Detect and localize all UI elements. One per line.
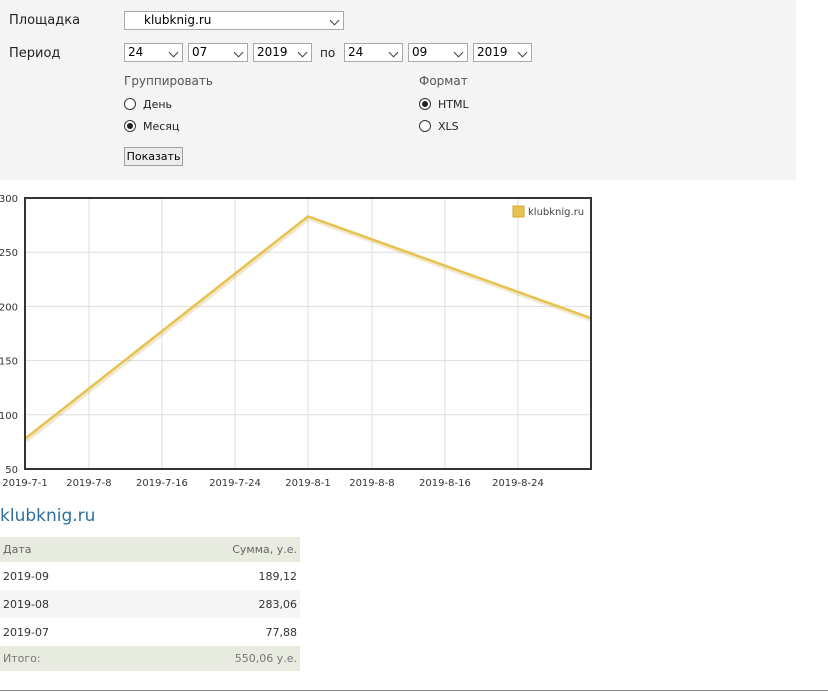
- from-month-value: 07: [192, 45, 208, 59]
- site-select[interactable]: klubknig.ru: [124, 11, 344, 30]
- row-sum: 283,06: [126, 590, 300, 618]
- y-tick-label: 250: [0, 248, 18, 259]
- to-month-value: 09: [412, 45, 428, 59]
- chevron-down-icon: [168, 47, 179, 58]
- to-year-value: 2019: [477, 45, 508, 59]
- group-radio-day[interactable]: [124, 98, 136, 110]
- legend: klubknig.ru: [512, 205, 584, 218]
- x-tick-label: 2019-8-8: [349, 478, 394, 489]
- show-button[interactable]: Показать: [124, 147, 183, 166]
- to-day-select[interactable]: 24: [344, 43, 403, 62]
- format-title: Формат: [419, 74, 468, 88]
- table-row: 2019-09 189,12: [0, 562, 300, 590]
- report-title: klubknig.ru: [0, 506, 96, 526]
- group-radio-month[interactable]: [124, 120, 136, 132]
- col-sum-header: Сумма, у.е.: [126, 537, 300, 562]
- row-sum: 189,12: [258, 569, 298, 583]
- total-label: Итого:: [0, 646, 127, 671]
- filter-panel: Площадка klubknig.ru Период 24 07 2019 п…: [0, 0, 796, 180]
- from-day-select[interactable]: 24: [124, 43, 183, 62]
- row-date: 2019-09: [3, 569, 49, 583]
- format-option-xls: XLS: [438, 120, 459, 133]
- format-radio-html[interactable]: [419, 98, 431, 110]
- group-option-month: Месяц: [143, 120, 180, 133]
- x-tick-label: 2019-7-24: [209, 478, 261, 489]
- legend-label: klubknig.ru: [528, 207, 584, 218]
- chart-grid: [24, 197, 591, 470]
- revenue-chart: 50100150200250300 2019-7-1 2019-7-8 2019-7…: [0, 194, 593, 489]
- x-tick-label: 2019-8-24: [492, 478, 544, 489]
- chevron-down-icon: [517, 47, 528, 58]
- to-day-value: 24: [348, 45, 364, 59]
- report-table: Дата Сумма, у.е. 2019-09 189,12 2019-08 …: [0, 537, 300, 671]
- from-day-value: 24: [128, 45, 144, 59]
- table-row: 2019-07 77,88: [0, 618, 300, 646]
- x-tick-label: 2019-7-16: [136, 478, 188, 489]
- site-label: Площадка: [9, 13, 81, 28]
- footer-divider: [0, 690, 828, 691]
- data-point: [307, 215, 309, 217]
- site-select-value: klubknig.ru: [144, 13, 212, 27]
- table-total-row: Итого: 550,06 у.е.: [0, 646, 300, 671]
- x-tick-label: 2019-8-16: [419, 478, 471, 489]
- total-value: 550,06 у.е.: [126, 646, 300, 671]
- y-tick-label: 100: [0, 411, 18, 422]
- y-tick-label: 300: [0, 194, 18, 205]
- table-header-row: Дата Сумма, у.е.: [0, 537, 300, 562]
- x-tick-label: 2019-7-1: [2, 478, 47, 489]
- legend-swatch: [512, 205, 525, 218]
- row-date: 2019-07: [3, 625, 49, 639]
- y-tick-label: 150: [0, 357, 18, 368]
- chevron-down-icon: [329, 15, 340, 26]
- chevron-down-icon: [297, 47, 308, 58]
- format-radio-xls[interactable]: [419, 120, 431, 132]
- x-tick-label: 2019-8-1: [285, 478, 330, 489]
- group-title: Группировать: [124, 74, 213, 88]
- row-sum: 77,88: [265, 625, 298, 639]
- y-tick-label: 200: [0, 302, 18, 313]
- x-axis-ticks: 2019-7-1 2019-7-8 2019-7-16 2019-7-24 2019-8…: [2, 478, 544, 489]
- group-option-day: День: [143, 98, 173, 111]
- chevron-down-icon: [388, 47, 399, 58]
- to-year-select[interactable]: 2019: [473, 43, 532, 62]
- y-tick-label: 50: [5, 465, 18, 476]
- chevron-down-icon: [233, 47, 244, 58]
- from-year-value: 2019: [257, 45, 288, 59]
- to-month-select[interactable]: 09: [408, 43, 468, 62]
- col-date-header: Дата: [0, 537, 127, 562]
- table-row: 2019-08 283,06: [0, 590, 300, 618]
- from-month-select[interactable]: 07: [188, 43, 248, 62]
- to-label: по: [320, 46, 336, 60]
- from-year-select[interactable]: 2019: [253, 43, 312, 62]
- period-label: Период: [9, 46, 61, 61]
- format-option-html: HTML: [438, 98, 469, 111]
- row-date: 2019-08: [0, 590, 127, 618]
- x-tick-label: 2019-7-8: [66, 478, 111, 489]
- y-axis-ticks: 50 100 150 200 250 300: [0, 194, 18, 476]
- chevron-down-icon: [453, 47, 464, 58]
